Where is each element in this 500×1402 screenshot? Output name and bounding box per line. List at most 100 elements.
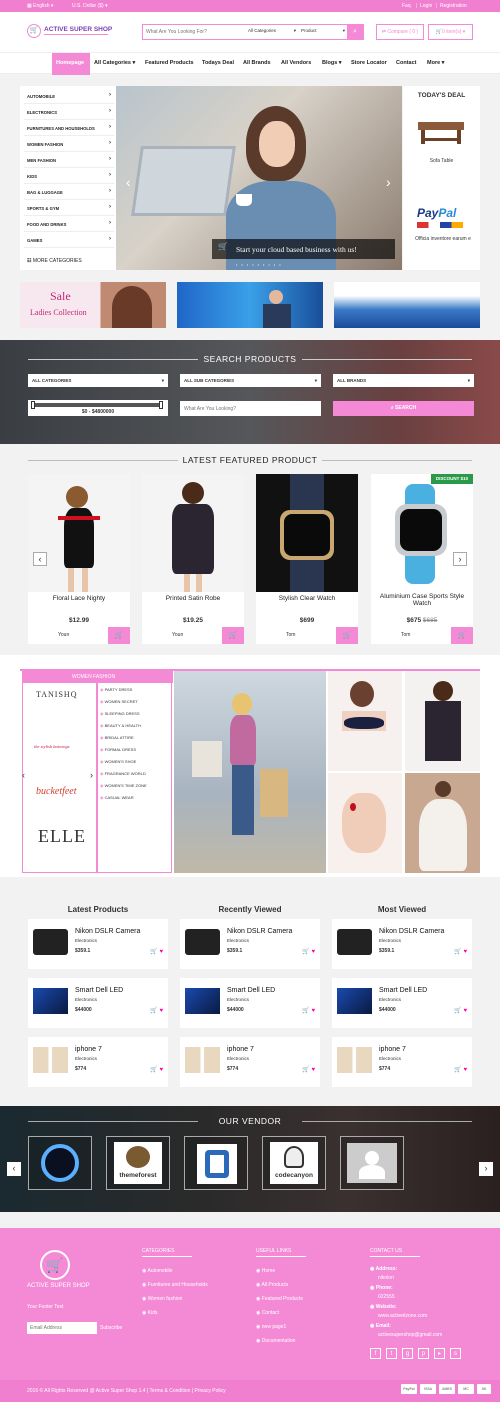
brand-logo[interactable]: TANISHQ — [36, 690, 77, 699]
product-image[interactable] — [28, 474, 130, 592]
subcategory-link[interactable]: ◉ WOMEN SECRET — [100, 699, 138, 704]
compare-button[interactable]: ⇄ Compare ( 0 ) — [376, 24, 424, 40]
heart-icon[interactable]: ♥ — [311, 1008, 315, 1014]
sale-banner[interactable]: Sale Ladies Collection — [20, 282, 166, 328]
sofa-table-image[interactable] — [418, 122, 464, 130]
cart-icon[interactable]: 🛒 — [302, 1067, 309, 1073]
add-to-cart-button[interactable]: 🛒 — [336, 627, 358, 644]
nav-blogs[interactable]: Blogs ▾ — [322, 60, 342, 66]
add-to-cart-button[interactable]: 🛒 — [108, 627, 130, 644]
paypal-logo[interactable]: PayPal — [417, 206, 456, 220]
heart-icon[interactable]: ♥ — [463, 1008, 467, 1014]
footer-link[interactable]: ◉ Documentation — [256, 1338, 295, 1344]
category-item[interactable]: AUTOMOBILE › — [24, 88, 114, 104]
carousel-prev-button[interactable]: ‹ — [33, 552, 47, 566]
tech-banner[interactable] — [177, 282, 323, 328]
list-item[interactable]: Smart Dell LED Electronics $44000 🛒 ♥ — [28, 978, 168, 1028]
carousel-next-button[interactable]: › — [453, 552, 467, 566]
cart-icon[interactable]: 🛒 — [454, 1067, 461, 1073]
price-range-slider[interactable]: $0 - $4800000 — [28, 400, 168, 416]
search-input[interactable] — [146, 27, 241, 37]
subcategory-link[interactable]: ◉ BRIDAL ATTIRE — [100, 735, 134, 740]
vendor-next-button[interactable]: › — [479, 1162, 493, 1176]
footer-link[interactable]: ◉ Automobile — [142, 1268, 173, 1274]
cart-icon[interactable]: 🛒 — [302, 949, 309, 955]
footer-link[interactable]: ◉ Contact — [256, 1310, 279, 1316]
deal-item-name[interactable]: Sofa Table — [403, 158, 480, 164]
vendor-logo[interactable] — [184, 1136, 248, 1190]
twitter-icon[interactable]: t — [386, 1348, 397, 1359]
subcategory-link[interactable]: ◉ FRAGRANCE WORLD — [100, 771, 146, 776]
deal-item-name[interactable]: Officia inventore earum e — [405, 236, 481, 242]
vendor-logo[interactable] — [28, 1136, 92, 1190]
product-card[interactable]: Printed Satin Robe $19.25 Youn 🛒 — [142, 474, 244, 644]
heart-icon[interactable]: ♥ — [463, 1067, 467, 1073]
subcategory-link[interactable]: ◉ SLEEPING DRESS — [100, 711, 140, 716]
add-to-cart-button[interactable]: 🛒 — [451, 627, 473, 644]
heart-icon[interactable]: ♥ — [159, 1008, 163, 1014]
fashion-thumb[interactable] — [328, 671, 402, 771]
fashion-thumb[interactable] — [405, 671, 480, 771]
search-products-button[interactable]: ⌕ SEARCH — [333, 401, 474, 416]
category-item[interactable]: FURNITURES AND HOUSEHOLDS › — [24, 120, 114, 136]
facebook-icon[interactable]: f — [370, 1348, 381, 1359]
email-link[interactable]: activesupershop@gmail.com — [378, 1332, 442, 1338]
language-select[interactable]: ▦ English ▾ — [27, 3, 53, 9]
footer-link[interactable]: ◉ Featured Products — [256, 1296, 303, 1302]
list-item[interactable]: Nikon DSLR Camera Electronics $359.1 🛒 ♥ — [180, 919, 320, 969]
footer-link[interactable]: ◉ Women fashion — [142, 1296, 182, 1302]
list-item[interactable]: Smart Dell LED Electronics $44000 🛒 ♥ — [332, 978, 472, 1028]
chevron-right-icon[interactable]: › — [90, 770, 93, 780]
chevron-left-icon[interactable]: ‹ — [22, 770, 25, 780]
skype-icon[interactable]: s — [450, 1348, 461, 1359]
newsletter-email-input[interactable] — [27, 1322, 97, 1334]
footer-link[interactable]: ◉ Kids — [142, 1310, 158, 1316]
faq-link[interactable]: Faq — [402, 3, 411, 9]
cart-icon[interactable]: 🛒 — [150, 1008, 157, 1014]
subcategory-link[interactable]: ◉ WOMEN'S SHOE — [100, 759, 136, 764]
list-item[interactable]: iphone 7 Electronics $774 🛒 ♥ — [332, 1037, 472, 1087]
cart-icon[interactable]: 🛒 — [150, 949, 157, 955]
product-card[interactable]: Stylish Clear Watch $699 Tom 🛒 — [256, 474, 358, 644]
category-item[interactable]: MEN FASHION › — [24, 152, 114, 168]
list-item[interactable]: iphone 7 Electronics $774 🛒 ♥ — [28, 1037, 168, 1087]
pinterest-icon[interactable]: p — [418, 1348, 429, 1359]
product-image[interactable] — [371, 474, 473, 592]
footer-logo[interactable]: ACTIVE SUPER SHOP — [27, 1283, 90, 1289]
footer-link[interactable]: ◉ All Products — [256, 1282, 288, 1288]
nav-homepage[interactable]: Homepage — [56, 60, 84, 66]
list-item[interactable]: iphone 7 Electronics $774 🛒 ♥ — [180, 1037, 320, 1087]
currency-select[interactable]: U.S. Dollar ($) ▾ — [72, 3, 108, 9]
heart-icon[interactable]: ♥ — [159, 949, 163, 955]
category-item[interactable]: KIDS › — [24, 168, 114, 184]
subcategory-link[interactable]: ◉ PARTY DRESS — [100, 687, 132, 692]
product-card[interactable]: Floral Lace Nighty $12.99 Youn 🛒 ‹ — [28, 474, 130, 644]
vendor-logo[interactable] — [340, 1136, 404, 1190]
list-item[interactable]: Smart Dell LED Electronics $44000 🛒 ♥ — [180, 978, 320, 1028]
business-banner[interactable] — [334, 282, 480, 328]
vendor-prev-button[interactable]: ‹ — [7, 1162, 21, 1176]
fashion-thumb[interactable] — [405, 773, 480, 873]
cart-icon[interactable]: 🛒 — [454, 949, 461, 955]
registration-link[interactable]: Registration — [440, 3, 467, 9]
category-item[interactable]: BAG & LUGGAGE › — [24, 184, 114, 200]
youtube-icon[interactable]: ▸ — [434, 1348, 445, 1359]
nav-contact[interactable]: Contact — [396, 60, 416, 66]
nav-more[interactable]: More ▾ — [427, 60, 444, 66]
subcategory-link[interactable]: ◉ CASUAL WEAR — [100, 795, 134, 800]
category-item[interactable]: FOOD AND DRINKS › — [24, 216, 114, 232]
footer-link[interactable]: ◉ Home — [256, 1268, 275, 1274]
subcategory-link[interactable]: ◉ WOMEN'S TIME ZONE — [100, 783, 147, 788]
subcategory-link[interactable]: ◉ FORMAL DRESS — [100, 747, 136, 752]
type-select[interactable]: Product ▾ — [301, 28, 345, 33]
list-item[interactable]: Nikon DSLR Camera Electronics $359.1 🛒 ♥ — [28, 919, 168, 969]
brand-logo[interactable]: ELLE — [38, 826, 86, 847]
chevron-right-icon[interactable]: › — [386, 174, 391, 190]
product-card[interactable]: DISCOUNT $10 Aluminium Case Sports Style… — [371, 474, 473, 644]
more-categories-link[interactable]: ☷ MORE CATEGORIES — [24, 252, 114, 268]
vendor-logo[interactable]: themeforest — [106, 1136, 170, 1190]
nav-todays-deal[interactable]: Todays Deal — [202, 60, 234, 66]
brand-logo[interactable]: the stylish batwings — [34, 744, 70, 749]
cart-icon[interactable]: 🛒 — [454, 1008, 461, 1014]
category-item[interactable]: WOMEN FASHION › — [24, 136, 114, 152]
